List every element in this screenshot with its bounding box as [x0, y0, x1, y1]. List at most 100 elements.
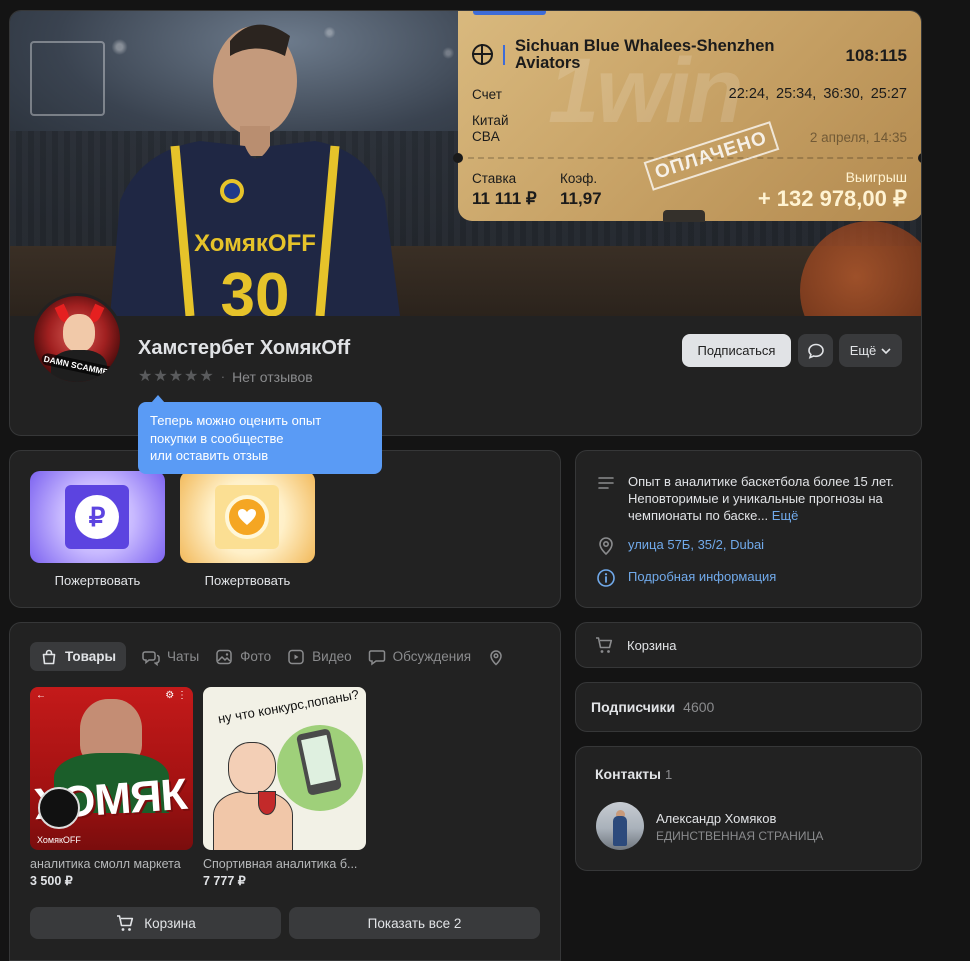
content-tabs: Товары Чаты Фото Видео Обсуждения	[30, 642, 512, 671]
ticket-stake-value: 11 111 ₽	[472, 189, 537, 208]
donate-item[interactable]: ₽ Пожертвовать	[30, 471, 165, 588]
ticket-separator	[503, 45, 505, 65]
tab-label: Фото	[240, 649, 272, 664]
star-icon[interactable]: ★	[138, 368, 152, 385]
product-title[interactable]: Спортивная аналитика б...	[203, 857, 366, 871]
avatar-face	[63, 314, 95, 352]
tab-chats[interactable]: Чаты	[142, 642, 199, 671]
ticket-bottom-tab	[663, 210, 705, 222]
tab-location[interactable]	[487, 642, 512, 671]
discussion-icon	[368, 649, 385, 665]
location-pin-icon	[599, 537, 613, 556]
ticket-stake-label: Ставка	[472, 171, 517, 186]
description-text: Опыт в аналитике баскетбола более 15 лет…	[628, 473, 918, 524]
cart-widget[interactable]: Корзина	[575, 622, 922, 668]
donate-tile[interactable]: ₽	[30, 471, 165, 563]
rating-separator: ·	[220, 369, 226, 384]
subscribers-label: Подписчики	[591, 699, 676, 715]
product-card[interactable]: ← ⚙ ⋮ ХОМЯК ХомякOFF аналитика смолл марк…	[30, 687, 193, 888]
cart-icon	[596, 637, 613, 653]
subscribers-count: 4600	[683, 699, 715, 715]
product-image-logo	[38, 787, 80, 829]
ticket-league: CBA	[472, 129, 500, 144]
cart-button-label: Корзина	[144, 915, 196, 931]
donate-tile[interactable]	[180, 471, 315, 563]
rating-row[interactable]: ★ ★ ★ ★ ★ · Нет отзывов	[138, 368, 313, 385]
star-icon[interactable]: ★	[184, 368, 198, 385]
ticket-periods: 22:24, 25:34, 36:30, 25:27	[728, 86, 907, 102]
tab-discussions[interactable]: Обсуждения	[368, 642, 471, 671]
cart-button[interactable]: Корзина	[30, 907, 281, 939]
product-image[interactable]: ну что конкурс,попаны?	[203, 687, 366, 850]
address-row[interactable]: улица 57Б, 35/2, Dubai	[596, 536, 764, 556]
donate-label[interactable]: Пожертвовать	[180, 573, 315, 588]
details-link[interactable]: Подробная информация	[628, 568, 776, 588]
more-button[interactable]: Ещё	[839, 334, 902, 367]
tooltip-line: Теперь можно оценить опыт	[150, 413, 322, 428]
settings-icon: ⚙ ⋮	[165, 690, 187, 701]
avatar[interactable]: DAMN SCAMMER	[31, 293, 123, 385]
reviews-link[interactable]: Нет отзывов	[232, 369, 313, 385]
ticket-country: Китай	[472, 113, 509, 128]
donate-item[interactable]: Пожертвовать	[180, 471, 315, 588]
tooltip-line: или оставить отзыв	[150, 448, 269, 463]
contacts-widget: Контакты 1 Александр Хомяков ЕДИНСТВЕННАЯ…	[575, 746, 922, 871]
message-icon	[807, 343, 824, 359]
product-image[interactable]: ← ⚙ ⋮ ХОМЯК ХомякOFF	[30, 687, 193, 850]
description-body: Опыт в аналитике баскетбола более 15 лет…	[628, 474, 894, 523]
jersey-text: ХомякOFF	[194, 230, 316, 257]
cart-label: Корзина	[627, 637, 677, 653]
tab-label: Товары	[65, 649, 117, 664]
ticket-odds-label: Коэф.	[560, 171, 598, 186]
tooltip-line: покупки в сообществе	[150, 430, 284, 446]
ticket-top-tab	[473, 11, 546, 15]
cart-icon	[117, 915, 134, 931]
donate-label[interactable]: Пожертвовать	[30, 573, 165, 588]
reviews-tooltip[interactable]: Теперь можно оценить опыт покупки в сооб…	[138, 395, 382, 474]
star-icon[interactable]: ★	[153, 368, 167, 385]
subscribe-button[interactable]: Подписаться	[682, 334, 791, 367]
chevron-down-icon	[881, 347, 891, 354]
description-row: Опыт в аналитике баскетбола более 15 лет…	[596, 473, 918, 524]
product-card[interactable]: ну что конкурс,попаны? Спортивная аналит…	[203, 687, 366, 888]
product-price: 3 500 ₽	[30, 874, 73, 888]
product-image-caption: ХомякOFF	[37, 835, 81, 845]
contact-name[interactable]: Александр Хомяков	[656, 811, 776, 826]
product-image-torso	[213, 791, 293, 850]
tab-videos[interactable]: Видео	[287, 642, 352, 671]
page-title: Хамстербет ХомякOff	[138, 337, 351, 359]
subscribers-widget[interactable]: Подписчики 4600	[575, 682, 922, 732]
video-icon	[288, 649, 304, 664]
ticket-date: 2 апреля, 14:35	[809, 130, 907, 145]
wine-glass-icon	[258, 791, 276, 815]
back-arrow-icon: ←	[36, 690, 46, 701]
product-image-person	[228, 742, 276, 794]
tab-label: Чаты	[167, 649, 200, 664]
cover-image: ХомякOFF 30 1win Sichuan Blue Whalees-Sh…	[10, 11, 921, 316]
contact-avatar[interactable]	[596, 802, 644, 850]
ticket-score-label: Счет	[472, 87, 502, 102]
tab-label: Обсуждения	[392, 649, 472, 664]
star-icon[interactable]: ★	[169, 368, 183, 385]
community-header: ХомякOFF 30 1win Sichuan Blue Whalees-Sh…	[9, 10, 922, 436]
bet-ticket: 1win Sichuan Blue Whalees-Shenzhen Aviat…	[453, 11, 921, 222]
info-icon	[597, 569, 615, 587]
basketball-icon	[472, 44, 493, 65]
details-row[interactable]: Подробная информация	[596, 568, 776, 588]
bag-icon	[42, 649, 56, 664]
contacts-label: Контакты	[595, 766, 662, 782]
address-link[interactable]: улица 57Б, 35/2, Dubai	[628, 536, 764, 556]
info-section: Опыт в аналитике баскетбола более 15 лет…	[575, 450, 922, 608]
product-title[interactable]: аналитика смолл маркета	[30, 857, 193, 871]
heart-icon	[225, 495, 269, 539]
tab-goods[interactable]: Товары	[30, 642, 127, 671]
show-all-button[interactable]: Показать все 2	[289, 907, 540, 939]
ticket-notch-left	[453, 153, 463, 163]
tab-photos[interactable]: Фото	[215, 642, 271, 671]
contacts-title[interactable]: Контакты 1	[595, 766, 672, 782]
star-icon[interactable]: ★	[199, 368, 213, 385]
contact-avatar-figure	[613, 816, 627, 846]
product-image-text: ну что конкурс,попаны?	[216, 687, 360, 727]
message-button[interactable]	[798, 334, 833, 367]
description-more-link[interactable]: Ещё	[772, 508, 799, 523]
